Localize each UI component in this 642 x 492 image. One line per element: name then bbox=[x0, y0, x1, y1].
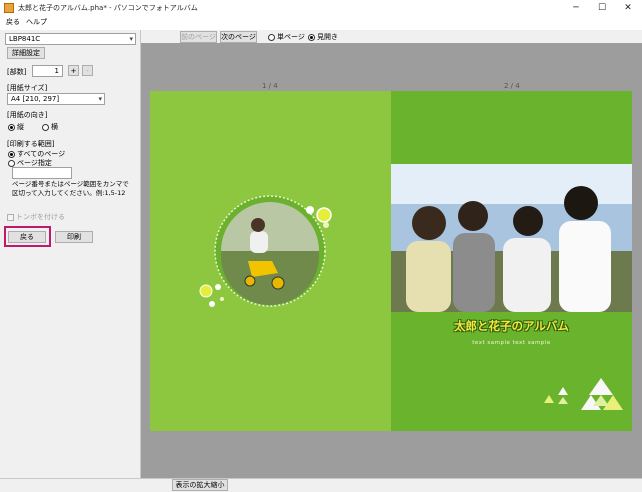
window-title: 太郎と花子のアルバム.pha* - パソコンでフォトアルバム bbox=[18, 4, 198, 12]
page-range-input[interactable] bbox=[12, 167, 72, 179]
checkbox-icon bbox=[7, 213, 14, 221]
right-page-number: 2 / 4 bbox=[504, 82, 520, 90]
decor-dot bbox=[323, 222, 329, 228]
tricycle-wheel bbox=[244, 275, 256, 287]
radio-on-icon bbox=[308, 33, 315, 41]
triangle-decor bbox=[544, 395, 554, 403]
triangle-decor bbox=[558, 397, 568, 404]
minimize-button[interactable]: ─ bbox=[564, 0, 588, 16]
zoom-button[interactable]: 表示の拡大縮小 bbox=[172, 479, 228, 491]
decor-dot bbox=[209, 301, 215, 307]
trim-marks-checkbox[interactable]: トンボを付ける bbox=[7, 212, 65, 222]
right-page: 太郎と花子のアルバム text sample text sample bbox=[391, 91, 632, 431]
radio-off-icon bbox=[268, 33, 275, 41]
triangle-decor bbox=[593, 395, 609, 406]
landscape-label: 横 bbox=[51, 123, 58, 131]
radio-on-icon bbox=[8, 150, 15, 158]
left-page bbox=[150, 91, 391, 431]
printer-value: LBP841C bbox=[9, 35, 41, 43]
single-page-radio[interactable]: 単ページ bbox=[268, 32, 305, 42]
print-range-label: [印刷する範囲] bbox=[7, 140, 55, 148]
person-body bbox=[406, 241, 451, 312]
decor-dot bbox=[215, 284, 221, 290]
menu-back[interactable]: 戻る bbox=[6, 17, 20, 27]
app-icon bbox=[4, 3, 14, 13]
menu-bar bbox=[0, 16, 642, 29]
chevron-down-icon: ▾ bbox=[98, 95, 102, 103]
copies-increment-button[interactable]: + bbox=[68, 65, 79, 76]
paper-size-label: [用紙サイズ] bbox=[7, 84, 48, 92]
copies-decrement-button[interactable]: - bbox=[82, 65, 93, 76]
radio-off-icon bbox=[8, 159, 15, 167]
child-figure bbox=[250, 231, 268, 253]
print-button[interactable]: 印刷 bbox=[55, 231, 93, 243]
next-page-button[interactable]: 次のページ bbox=[220, 31, 257, 43]
right-page-artwork bbox=[391, 164, 632, 410]
decor-dot bbox=[316, 207, 332, 223]
person-body bbox=[503, 238, 551, 312]
album-subtitle: text sample text sample bbox=[472, 340, 551, 346]
left-page-number: 1 / 4 bbox=[262, 82, 278, 90]
back-button[interactable]: 戻る bbox=[8, 231, 46, 243]
prev-page-button[interactable]: 前のページ bbox=[180, 31, 217, 43]
album-title: 太郎と花子のアルバム bbox=[454, 319, 569, 333]
person-head bbox=[412, 206, 446, 240]
copies-label: [部数] bbox=[7, 68, 27, 76]
chevron-down-icon: ▾ bbox=[129, 35, 133, 43]
single-page-label: 単ページ bbox=[277, 33, 305, 41]
range-help-text: ページ番号またはページ範囲をカンマで区切って入力してください。例:1,5-12 bbox=[12, 180, 129, 197]
menu-help[interactable]: ヘルプ bbox=[26, 17, 47, 27]
child-head bbox=[251, 218, 265, 232]
photo-grass bbox=[221, 251, 319, 305]
radio-on-icon bbox=[8, 123, 15, 131]
maximize-button[interactable]: ☐ bbox=[590, 0, 614, 16]
orientation-portrait-radio[interactable]: 縦 bbox=[8, 122, 24, 132]
close-button[interactable]: ✕ bbox=[616, 0, 640, 16]
person-head bbox=[564, 186, 598, 220]
spread-label: 見開き bbox=[317, 33, 338, 41]
triangle-decor bbox=[589, 378, 613, 395]
paper-size-select[interactable]: A4 [210, 297] ▾ bbox=[7, 93, 105, 105]
orientation-label: [用紙の向き] bbox=[7, 111, 48, 119]
decor-dot bbox=[220, 297, 224, 301]
printer-select[interactable]: LBP841C ▾ bbox=[5, 33, 136, 45]
orientation-landscape-radio[interactable]: 横 bbox=[42, 122, 58, 132]
left-page-artwork bbox=[199, 195, 332, 307]
triangle-decor bbox=[558, 387, 568, 395]
person-head bbox=[458, 201, 488, 231]
person-body bbox=[559, 221, 611, 312]
status-bar bbox=[0, 478, 642, 492]
person-body bbox=[453, 233, 495, 312]
decor-dot bbox=[306, 206, 314, 214]
radio-off-icon bbox=[42, 123, 49, 131]
paper-size-value: A4 [210, 297] bbox=[11, 95, 60, 103]
portrait-label: 縦 bbox=[17, 123, 24, 131]
decor-dot bbox=[199, 284, 213, 298]
spread-radio[interactable]: 見開き bbox=[308, 32, 338, 42]
trim-marks-label: トンボを付ける bbox=[16, 213, 65, 221]
person-head bbox=[513, 206, 543, 236]
copies-input[interactable]: 1 bbox=[32, 65, 63, 77]
detail-settings-button[interactable]: 詳細設定 bbox=[7, 47, 45, 59]
tricycle-wheel bbox=[271, 276, 285, 290]
